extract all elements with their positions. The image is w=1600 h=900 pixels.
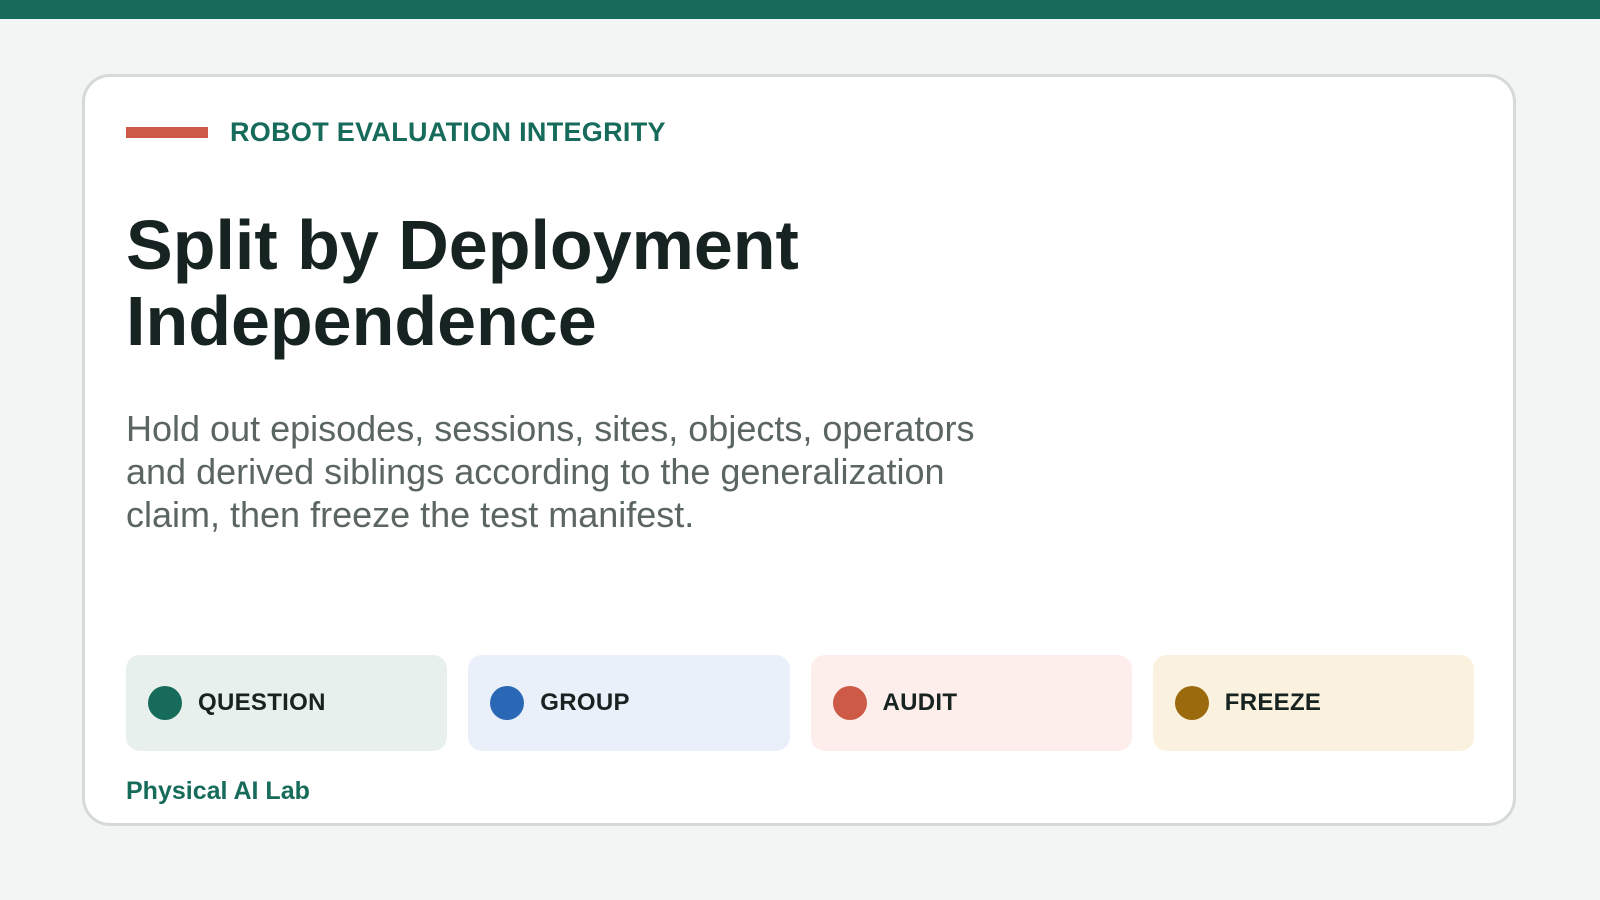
- footer-org-name: Physical AI Lab: [126, 777, 310, 805]
- top-accent-bar: [0, 0, 1600, 19]
- kicker-text: ROBOT EVALUATION INTEGRITY: [230, 116, 666, 147]
- kicker-accent-rule: [126, 126, 208, 138]
- subtitle-line-3: claim, then freeze the test manifest.: [126, 494, 695, 535]
- step-group: GROUP: [468, 655, 790, 751]
- step-label: GROUP: [540, 689, 630, 716]
- step-audit: AUDIT: [810, 655, 1132, 751]
- title-line-2: Independence: [126, 282, 597, 360]
- slide-card: ROBOT EVALUATION INTEGRITY Split by Depl…: [82, 74, 1516, 826]
- subtitle: Hold out episodes, sessions, sites, obje…: [126, 407, 1026, 536]
- step-dot-icon: [490, 686, 525, 720]
- kicker: ROBOT EVALUATION INTEGRITY: [126, 117, 666, 147]
- step-list: QUESTION GROUP AUDIT FREEZE: [126, 655, 1474, 751]
- step-dot-icon: [148, 686, 182, 720]
- subtitle-line-1: Hold out episodes, sessions, sites, obje…: [126, 408, 975, 449]
- step-label: AUDIT: [882, 689, 958, 716]
- subtitle-line-2: and derived siblings according to the ge…: [126, 451, 945, 492]
- step-dot-icon: [832, 686, 867, 720]
- step-freeze: FREEZE: [1152, 655, 1474, 751]
- step-label: QUESTION: [198, 689, 326, 716]
- step-dot-icon: [1174, 686, 1209, 720]
- step-label: FREEZE: [1224, 689, 1322, 716]
- title-line-1: Split by Deployment: [126, 206, 799, 284]
- step-question: QUESTION: [126, 655, 448, 751]
- page-title: Split by Deployment Independence: [126, 207, 1026, 359]
